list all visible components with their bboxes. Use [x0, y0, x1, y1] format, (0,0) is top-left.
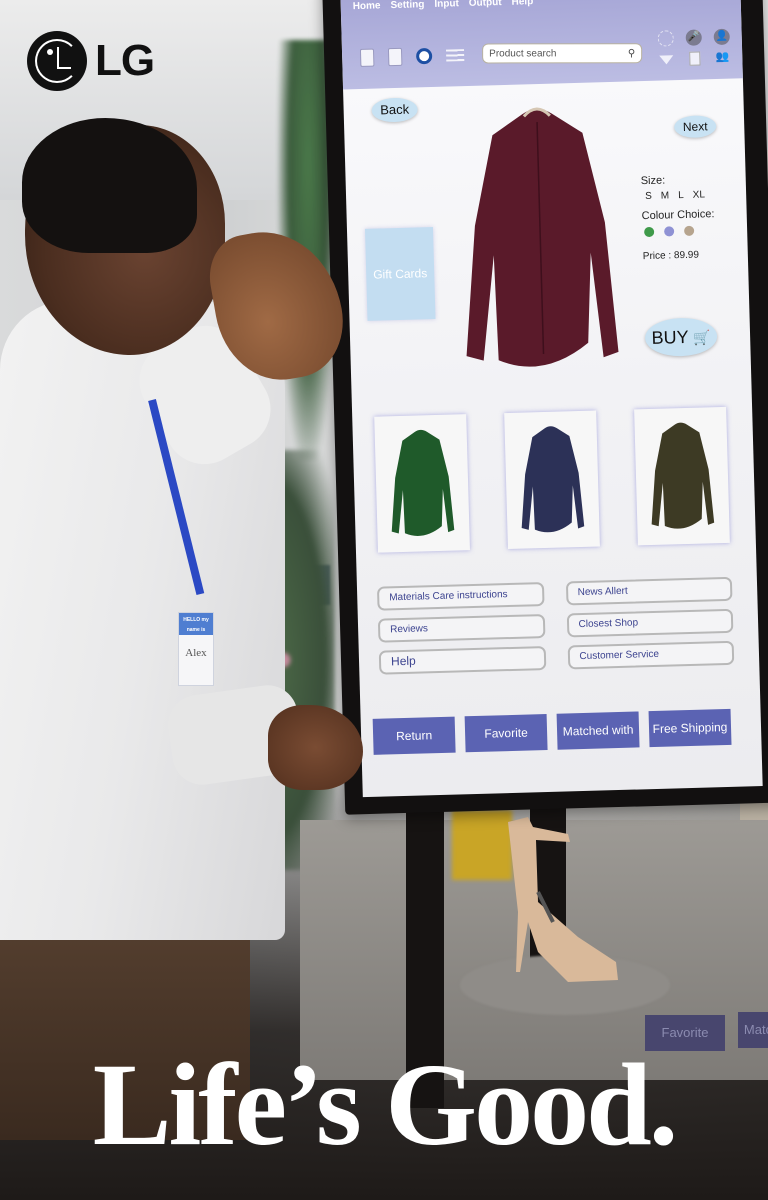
size-label: Size:	[640, 174, 666, 188]
thumbnail-navy-shirt[interactable]	[504, 410, 600, 550]
clothing-icon[interactable]	[688, 51, 701, 66]
kiosk-screen: Home Setting Input Output Help Product s…	[340, 0, 763, 798]
main-product-shirt-image[interactable]	[452, 102, 629, 377]
olive-shirt-image	[651, 422, 715, 529]
buy-label: BUY	[651, 326, 689, 348]
book-icon[interactable]	[359, 48, 375, 67]
size-option-s[interactable]: S	[645, 191, 652, 202]
gift-cards-button[interactable]: Gift Cards	[364, 226, 436, 321]
document-icon[interactable]	[387, 47, 403, 67]
size-options: S M L XL	[645, 189, 714, 202]
lg-logo-icon	[27, 31, 87, 91]
microphone-icon[interactable]: 🎤	[685, 29, 702, 46]
thumbnail-green-shirt[interactable]	[374, 414, 470, 553]
size-option-l[interactable]: L	[678, 190, 684, 201]
news-alert-link[interactable]: News Allert	[565, 576, 733, 606]
shopping-cart-icon: 🛒	[693, 329, 711, 346]
product-thumbnails	[374, 406, 730, 553]
closest-shop-link[interactable]: Closest Shop	[566, 608, 734, 638]
user-profile-icon[interactable]: 👤	[713, 28, 730, 46]
hamburger-menu-icon[interactable]	[445, 49, 465, 62]
help-link[interactable]: Help	[378, 646, 546, 675]
colour-swatch-green[interactable]	[644, 226, 655, 238]
colour-swatch-tan[interactable]	[684, 225, 695, 236]
customer-service-link[interactable]: Customer Service	[567, 640, 735, 670]
kiosk-menu-bar: Home Setting Input Output Help	[353, 0, 534, 12]
search-placeholder: Product search	[489, 47, 557, 59]
product-details: Size: S M L XL Colour Choice: Price : 89…	[641, 173, 716, 262]
menu-item-home[interactable]: Home	[353, 0, 381, 12]
badge-header: HELLO my name is	[179, 613, 213, 635]
colour-options	[644, 225, 715, 238]
badge-name: Alex	[185, 647, 207, 659]
colour-swatch-lavender[interactable]	[664, 226, 675, 237]
price-label: Price : 89.99	[642, 249, 700, 263]
name-badge: HELLO my name is Alex	[178, 612, 214, 686]
reviews-link[interactable]: Reviews	[377, 614, 545, 643]
size-option-m[interactable]: M	[661, 190, 670, 201]
high-heel-shoe	[508, 817, 618, 982]
next-button[interactable]: Next	[673, 115, 717, 139]
lg-logo-text: LG	[95, 36, 155, 85]
menu-item-help[interactable]: Help	[511, 0, 533, 8]
menu-item-output[interactable]: Output	[469, 0, 502, 9]
toolbar-right: 🎤 👤 👥	[656, 28, 733, 67]
product-search-input[interactable]: Product search ⚲	[482, 43, 643, 64]
menu-item-setting[interactable]: Setting	[390, 0, 424, 11]
colour-label: Colour Choice:	[641, 208, 715, 223]
toolbar-left	[359, 46, 465, 67]
gear-icon[interactable]	[415, 47, 433, 65]
search-icon[interactable]: ⚲	[628, 48, 635, 59]
navy-shirt-image	[521, 426, 585, 533]
lg-logo: LG	[27, 31, 155, 91]
materials-care-link[interactable]: Materials Care instructions	[376, 582, 545, 611]
buy-button[interactable]: BUY 🛒	[644, 317, 718, 358]
users-icon[interactable]: 👥	[715, 51, 729, 65]
matched-with-button[interactable]: Matched with	[556, 711, 640, 750]
photo-scene: HELLO my name is Alex Home Setting Input…	[0, 0, 768, 1200]
info-links: Materials Care instructions News Allert …	[376, 576, 735, 675]
person-hair	[22, 118, 197, 253]
kiosk-monitor: Home Setting Input Output Help Product s…	[322, 0, 768, 815]
kiosk-topbar: Home Setting Input Output Help Product s…	[340, 0, 743, 90]
return-button[interactable]: Return	[372, 716, 456, 755]
thumbnail-olive-shirt[interactable]	[634, 406, 730, 546]
dropdown-triangle-icon[interactable]	[659, 55, 674, 65]
menu-item-input[interactable]: Input	[434, 0, 459, 10]
back-button[interactable]: Back	[371, 97, 418, 123]
action-buttons: Return Favorite Matched with Free Shippi…	[372, 708, 732, 755]
green-shirt-image	[391, 429, 455, 536]
size-option-xl[interactable]: XL	[693, 189, 706, 200]
free-shipping-button[interactable]: Free Shipping	[648, 708, 732, 748]
loading-icon	[657, 30, 674, 47]
favorite-button[interactable]: Favorite	[464, 714, 548, 753]
tagline: Life’s Good.	[92, 1039, 678, 1170]
